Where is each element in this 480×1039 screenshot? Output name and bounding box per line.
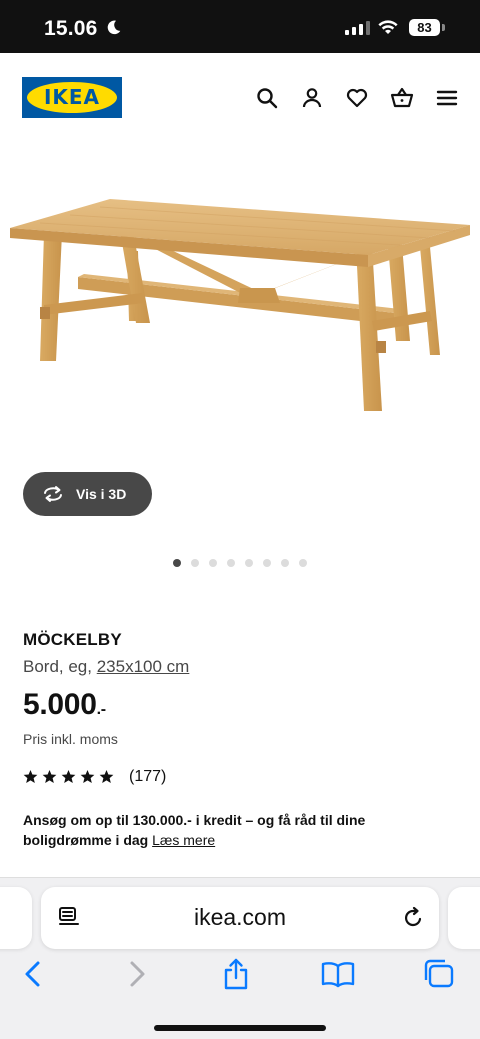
cellular-signal-icon (345, 21, 370, 35)
back-icon[interactable] (18, 958, 48, 990)
logo-text: IKEA (43, 85, 101, 109)
pagination-dot-5[interactable] (245, 559, 253, 567)
previous-tab-preview[interactable] (0, 887, 32, 949)
credit-offer: Ansøg om op til 130.000.- i kredit – og … (23, 810, 453, 850)
pagination-dot-8[interactable] (299, 559, 307, 567)
product-price: 5.000.- (23, 688, 106, 722)
read-more-link[interactable]: Læs mere (152, 832, 215, 848)
pagination-dot-7[interactable] (281, 559, 289, 567)
pagination-dot-6[interactable] (263, 559, 271, 567)
menu-icon[interactable] (435, 86, 459, 110)
product-description: Bord, eg, 235x100 cm (23, 657, 189, 677)
next-tab-preview[interactable] (448, 887, 480, 949)
image-pagination-dots (173, 559, 307, 567)
home-indicator (154, 1025, 326, 1031)
url-text: ikea.com (193, 904, 287, 930)
status-time: 15.06 (44, 17, 98, 40)
pagination-dot-4[interactable] (227, 559, 235, 567)
price-value: 5.000 (23, 688, 97, 721)
share-icon[interactable] (221, 958, 251, 990)
rating-stars[interactable] (23, 769, 114, 784)
vat-note: Pris inkl. moms (23, 731, 118, 747)
pagination-dot-3[interactable] (209, 559, 217, 567)
star-icon (61, 769, 76, 783)
price-suffix: .- (96, 701, 106, 718)
product-name: MÖCKELBY (23, 630, 122, 649)
browser-toolbar: ikea.com (0, 877, 480, 1039)
address-bar[interactable]: ikea.com (41, 887, 439, 949)
product-image-table[interactable] (0, 143, 480, 463)
battery-nub (442, 24, 445, 31)
star-icon (23, 769, 38, 783)
bookmarks-icon[interactable] (320, 958, 356, 990)
reload-icon[interactable] (401, 906, 425, 930)
moon-icon (107, 20, 121, 35)
basket-icon[interactable] (390, 86, 414, 110)
view-in-3d-button[interactable]: Vis i 3D (23, 472, 152, 516)
pagination-dot-2[interactable] (191, 559, 199, 567)
star-icon (42, 769, 57, 783)
status-bar: 15.06 83 (0, 0, 480, 53)
wifi-icon (378, 20, 398, 34)
rotate-3d-icon (44, 486, 62, 502)
battery-icon: 83 (409, 19, 440, 36)
product-type: Bord, eg, (23, 657, 97, 676)
tabs-icon[interactable] (421, 958, 455, 990)
star-icon (80, 769, 95, 783)
ikea-logo[interactable]: IKEA (22, 77, 122, 118)
product-size-link[interactable]: 235x100 cm (97, 657, 190, 676)
star-icon (99, 769, 114, 783)
user-icon[interactable] (300, 86, 324, 110)
view-in-3d-label: Vis i 3D (76, 486, 127, 502)
review-count[interactable]: (177) (129, 768, 166, 786)
site-header: IKEA (0, 53, 480, 143)
forward-icon[interactable] (122, 958, 152, 990)
search-icon[interactable] (255, 86, 279, 110)
pagination-dot-1[interactable] (173, 559, 181, 567)
heart-icon[interactable] (345, 86, 369, 110)
